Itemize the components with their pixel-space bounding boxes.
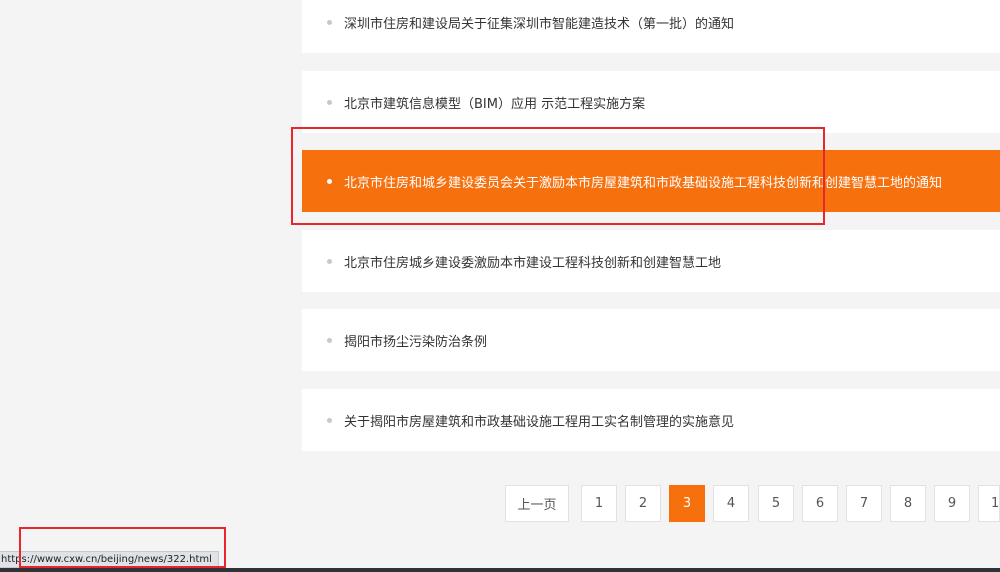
- news-title: 关于揭阳市房屋建筑和市政基础设施工程用工实名制管理的实施意见: [344, 414, 735, 430]
- bullet-icon: [327, 20, 332, 25]
- page-button-5[interactable]: 5: [758, 485, 794, 522]
- page-button-6[interactable]: 6: [802, 485, 838, 522]
- page-button-4[interactable]: 4: [713, 485, 749, 522]
- page-button-2[interactable]: 2: [625, 485, 661, 522]
- news-item-6[interactable]: 关于揭阳市房屋建筑和市政基础设施工程用工实名制管理的实施意见: [302, 389, 1000, 451]
- page-button-1[interactable]: 1: [581, 485, 617, 522]
- news-item-5[interactable]: 揭阳市扬尘污染防治条例: [302, 309, 1000, 371]
- news-item-4[interactable]: 北京市住房城乡建设委激励本市建设工程科技创新和创建智慧工地: [302, 230, 1000, 292]
- prev-page-button[interactable]: 上一页: [505, 485, 569, 522]
- bullet-icon: [327, 338, 332, 343]
- page-button-9[interactable]: 9: [934, 485, 970, 522]
- news-title: 揭阳市扬尘污染防治条例: [344, 334, 488, 350]
- bullet-icon: [327, 179, 332, 184]
- status-bar-url: https://www.cxw.cn/beijing/news/322.html: [0, 551, 219, 568]
- news-title: 北京市住房和城乡建设委员会关于激励本市房屋建筑和市政基础设施工程科技创新和创建智…: [344, 175, 943, 191]
- page-button-3-current[interactable]: 3: [669, 485, 705, 522]
- page-button-8[interactable]: 8: [890, 485, 926, 522]
- news-item-2[interactable]: 北京市建筑信息模型（BIM）应用 示范工程实施方案: [302, 71, 1000, 133]
- page-button-7[interactable]: 7: [846, 485, 882, 522]
- news-title: 北京市建筑信息模型（BIM）应用 示范工程实施方案: [344, 96, 646, 112]
- bullet-icon: [327, 100, 332, 105]
- news-item-1[interactable]: 深圳市住房和建设局关于征集深圳市智能建造技术（第一批）的通知: [302, 0, 1000, 53]
- news-title: 深圳市住房和建设局关于征集深圳市智能建造技术（第一批）的通知: [344, 16, 735, 32]
- bullet-icon: [327, 418, 332, 423]
- bullet-icon: [327, 259, 332, 264]
- page-button-10-partial[interactable]: 1: [978, 485, 1000, 522]
- window-bottom-edge: [0, 568, 1000, 572]
- news-item-3[interactable]: 北京市住房和城乡建设委员会关于激励本市房屋建筑和市政基础设施工程科技创新和创建智…: [302, 150, 1000, 212]
- news-title: 北京市住房城乡建设委激励本市建设工程科技创新和创建智慧工地: [344, 255, 722, 271]
